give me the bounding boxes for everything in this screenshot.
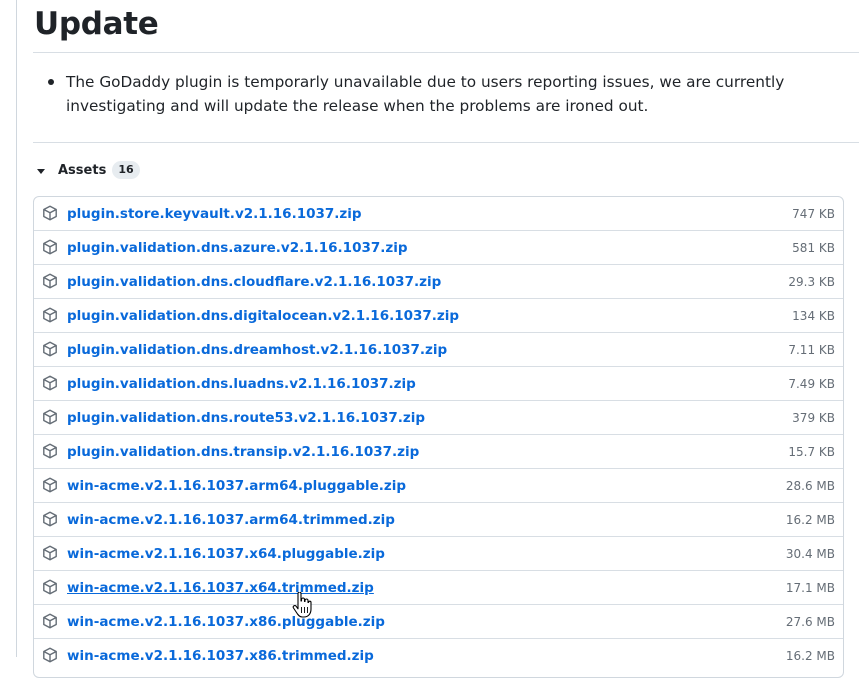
- asset-file-size: 27.6 MB: [785, 615, 835, 629]
- package-icon: [43, 545, 57, 561]
- package-icon: [43, 341, 57, 357]
- asset-row: win-acme.v2.1.16.1037.x64.trimmed.zip 17…: [34, 570, 843, 604]
- asset-row: plugin.validation.dns.transip.v2.1.16.10…: [34, 434, 843, 468]
- asset-row: plugin.validation.dns.dreamhost.v2.1.16.…: [34, 332, 843, 366]
- title-divider: [33, 52, 859, 53]
- release-notes-list: The GoDaddy plugin is temporarly unavail…: [48, 70, 838, 118]
- asset-file-size: 30.4 MB: [785, 547, 835, 561]
- asset-download-link[interactable]: win-acme.v2.1.16.1037.arm64.trimmed.zip: [67, 511, 395, 529]
- package-icon: [43, 307, 57, 323]
- asset-file-size: 17.1 MB: [785, 581, 835, 595]
- package-icon: [43, 511, 57, 527]
- package-icon: [43, 647, 57, 663]
- asset-download-link[interactable]: win-acme.v2.1.16.1037.x86.trimmed.zip: [67, 647, 374, 665]
- asset-row: win-acme.v2.1.16.1037.arm64.pluggable.zi…: [34, 468, 843, 502]
- release-body: Update The GoDaddy plugin is temporarly …: [16, 0, 862, 678]
- asset-row: plugin.validation.dns.azure.v2.1.16.1037…: [34, 230, 843, 264]
- asset-download-link[interactable]: plugin.validation.dns.dreamhost.v2.1.16.…: [67, 341, 447, 359]
- caret-down-icon: [37, 168, 45, 174]
- asset-file-size: 15.7 KB: [788, 445, 835, 459]
- asset-file-size: 747 KB: [792, 207, 835, 221]
- asset-row: plugin.validation.dns.luadns.v2.1.16.103…: [34, 366, 843, 400]
- package-icon: [43, 443, 57, 459]
- asset-file-size: 7.49 KB: [788, 377, 835, 391]
- package-icon: [43, 409, 57, 425]
- asset-download-link[interactable]: plugin.validation.dns.digitalocean.v2.1.…: [67, 307, 459, 325]
- asset-file-size: 29.3 KB: [788, 275, 835, 289]
- package-icon: [43, 613, 57, 629]
- asset-row: plugin.validation.dns.route53.v2.1.16.10…: [34, 400, 843, 434]
- assets-list: plugin.store.keyvault.v2.1.16.1037.zip 7…: [33, 196, 844, 678]
- asset-row: plugin.validation.dns.digitalocean.v2.1.…: [34, 298, 843, 332]
- assets-count-badge: 16: [112, 161, 140, 179]
- asset-download-link[interactable]: win-acme.v2.1.16.1037.x64.trimmed.zip: [67, 579, 374, 597]
- asset-download-link[interactable]: plugin.validation.dns.azure.v2.1.16.1037…: [67, 239, 408, 257]
- asset-file-size: 7.11 KB: [788, 343, 835, 357]
- asset-download-link[interactable]: plugin.validation.dns.transip.v2.1.16.10…: [67, 443, 419, 461]
- asset-row: win-acme.v2.1.16.1037.arm64.trimmed.zip …: [34, 502, 843, 536]
- asset-download-link[interactable]: plugin.validation.dns.cloudflare.v2.1.16…: [67, 273, 441, 291]
- page-title: Update: [34, 6, 159, 42]
- asset-file-size: 28.6 MB: [785, 479, 835, 493]
- asset-download-link[interactable]: plugin.validation.dns.route53.v2.1.16.10…: [67, 409, 425, 427]
- asset-file-size: 16.2 MB: [785, 513, 835, 527]
- asset-download-link[interactable]: win-acme.v2.1.16.1037.x86.pluggable.zip: [67, 613, 385, 631]
- release-note-item: The GoDaddy plugin is temporarly unavail…: [48, 70, 838, 118]
- asset-download-link[interactable]: plugin.store.keyvault.v2.1.16.1037.zip: [67, 205, 362, 223]
- asset-row: plugin.validation.dns.cloudflare.v2.1.16…: [34, 264, 843, 298]
- asset-row: win-acme.v2.1.16.1037.x86.trimmed.zip 16…: [34, 638, 843, 672]
- asset-file-size: 581 KB: [792, 241, 835, 255]
- asset-download-link[interactable]: plugin.validation.dns.luadns.v2.1.16.103…: [67, 375, 416, 393]
- asset-row: plugin.store.keyvault.v2.1.16.1037.zip 7…: [34, 197, 843, 230]
- package-icon: [43, 205, 57, 221]
- asset-download-link[interactable]: win-acme.v2.1.16.1037.arm64.pluggable.zi…: [67, 477, 406, 495]
- asset-file-size: 134 KB: [792, 309, 835, 323]
- package-icon: [43, 477, 57, 493]
- assets-label: Assets: [58, 162, 107, 178]
- asset-row: win-acme.v2.1.16.1037.x86.pluggable.zip …: [34, 604, 843, 638]
- package-icon: [43, 273, 57, 289]
- package-icon: [43, 375, 57, 391]
- asset-file-size: 16.2 MB: [785, 649, 835, 663]
- asset-file-size: 379 KB: [792, 411, 835, 425]
- package-icon: [43, 579, 57, 595]
- package-icon: [43, 239, 57, 255]
- bullet-icon: [48, 79, 54, 85]
- release-note-text: The GoDaddy plugin is temporarly unavail…: [66, 73, 785, 115]
- asset-download-link[interactable]: win-acme.v2.1.16.1037.x64.pluggable.zip: [67, 545, 385, 563]
- section-divider: [33, 142, 859, 143]
- assets-toggle[interactable]: Assets 16: [37, 158, 140, 182]
- asset-row: win-acme.v2.1.16.1037.x64.pluggable.zip …: [34, 536, 843, 570]
